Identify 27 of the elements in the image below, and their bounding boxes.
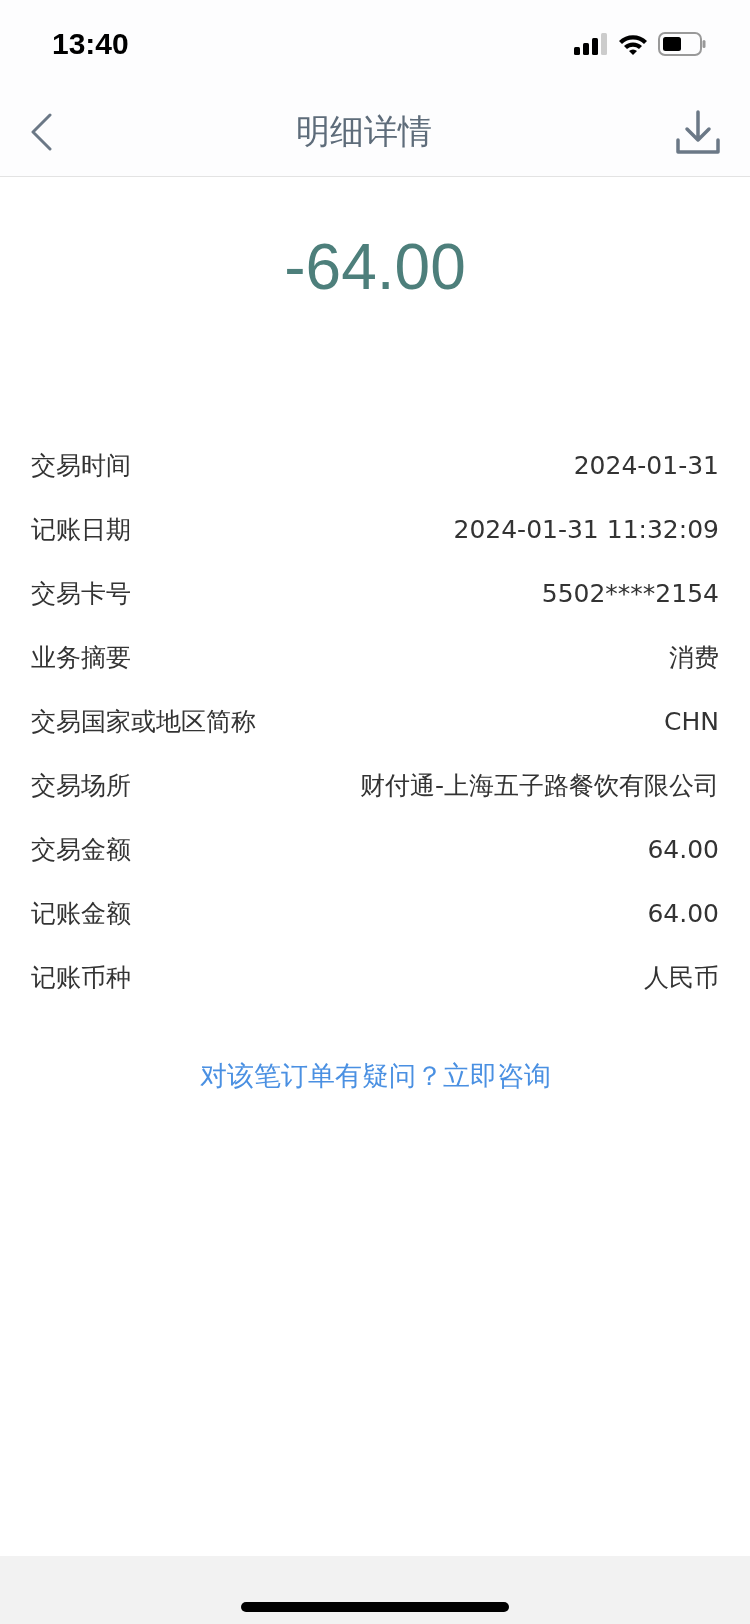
download-button[interactable] [676, 110, 720, 154]
status-time: 13:40 [52, 27, 129, 61]
detail-value: 2024-01-31 [573, 450, 719, 482]
detail-value: 64.00 [647, 898, 719, 930]
wifi-icon [618, 33, 648, 55]
page-title: 明细详情 [296, 110, 432, 153]
detail-label: 记账日期 [31, 514, 131, 546]
detail-value: 人民币 [644, 962, 719, 994]
back-button[interactable] [30, 113, 52, 151]
detail-label: 记账币种 [31, 962, 131, 994]
detail-label: 交易卡号 [31, 578, 131, 610]
detail-label: 交易时间 [31, 450, 131, 482]
amount: -64.00 [283, 230, 467, 305]
battery-icon [658, 32, 706, 56]
detail-value: CHN [664, 706, 719, 738]
detail-value: 5502****2154 [541, 578, 719, 610]
detail-value: 财付通-上海五子路餐饮有限公司 [359, 770, 719, 802]
detail-value: 64.00 [647, 834, 719, 866]
detail-label: 业务摘要 [31, 642, 131, 674]
detail-value: 2024-01-31 11:32:09 [453, 514, 719, 546]
detail-value: 消费 [669, 642, 719, 674]
inquiry-link[interactable]: 对该笔订单有疑问？立即咨询 [199, 1058, 551, 1094]
detail-label: 记账金额 [31, 898, 131, 930]
detail-label: 交易场所 [31, 770, 131, 802]
detail-label: 交易金额 [31, 834, 131, 866]
signal-icon [574, 33, 608, 55]
detail-label: 交易国家或地区简称 [31, 706, 256, 738]
